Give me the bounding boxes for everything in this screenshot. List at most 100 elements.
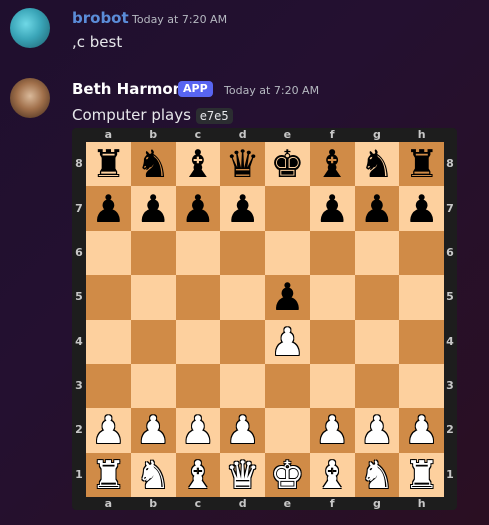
square-c3 [175, 363, 221, 409]
square-g5 [354, 275, 400, 320]
square-g2: ♟ [354, 408, 400, 453]
square-a8: ♜ [86, 142, 131, 187]
rank-label: 6 [446, 245, 454, 259]
white-pawn-icon: ♟ [91, 408, 126, 453]
file-label: h [417, 128, 426, 141]
square-c2: ♟ [175, 408, 221, 453]
file-label: a [104, 128, 113, 141]
square-f3 [309, 363, 355, 409]
file-label: b [149, 128, 158, 141]
rank-label: 7 [75, 201, 83, 215]
black-queen-icon: ♛ [225, 142, 260, 187]
message-text: Computer plays e7e5 [72, 106, 233, 124]
rank-label: 2 [446, 423, 454, 437]
square-h7: ♟ [399, 186, 444, 231]
file-label: h [417, 497, 426, 510]
rank-label: 4 [446, 334, 454, 348]
square-b1: ♞ [130, 452, 176, 497]
username-brobot[interactable]: brobot [72, 9, 129, 27]
square-a2: ♟ [86, 408, 131, 453]
black-pawn-icon: ♟ [315, 186, 350, 231]
square-e2 [265, 408, 310, 453]
black-pawn-icon: ♟ [225, 186, 260, 231]
square-b2: ♟ [130, 408, 176, 453]
square-g3 [354, 363, 400, 409]
username-beth-harmon[interactable]: Beth Harmon [72, 80, 183, 98]
file-label: b [149, 497, 158, 510]
rank-label: 4 [75, 334, 83, 348]
rank-label: 8 [446, 157, 454, 171]
black-knight-icon: ♞ [136, 142, 171, 187]
avatar-brobot[interactable] [10, 8, 50, 48]
square-h8: ♜ [399, 142, 444, 187]
rank-label: 8 [75, 157, 83, 171]
square-b8: ♞ [130, 142, 176, 187]
square-h5 [399, 275, 444, 320]
square-e4: ♟ [265, 319, 310, 364]
square-h2: ♟ [399, 408, 444, 453]
rank-label: 5 [75, 290, 83, 304]
white-pawn-icon: ♟ [136, 408, 171, 453]
white-knight-icon: ♞ [136, 452, 171, 497]
rank-label: 2 [75, 423, 83, 437]
square-a1: ♜ [86, 452, 131, 497]
black-pawn-icon: ♟ [404, 186, 439, 231]
move-code: e7e5 [195, 108, 233, 124]
square-g7: ♟ [354, 186, 400, 231]
square-b3 [130, 363, 176, 409]
white-pawn-icon: ♟ [270, 319, 305, 364]
square-a4 [86, 319, 131, 364]
rank-label: 1 [446, 467, 454, 481]
square-f1: ♝ [309, 452, 355, 497]
file-label: c [194, 497, 202, 510]
square-e1: ♚ [265, 452, 310, 497]
chess-board: ♜ ♞ ♝ ♛ ♚ ♝ ♞ ♜ ♟ ♟ ♟ ♟ ♟ ♟ ♟ ♟ ♟ ♟ ♟ ♟ ♟ ♟ ♟ ♟ ♜ ♞ ♝ ♛ ♚ ♝ ♞ ♜ [86, 142, 444, 497]
timestamp: Today at 7:20 AM [132, 13, 228, 26]
black-rook-icon: ♜ [91, 142, 126, 187]
rank-label: 3 [75, 379, 83, 393]
square-c5 [175, 275, 221, 320]
timestamp: Today at 7:20 AM [224, 84, 320, 97]
square-c7: ♟ [175, 186, 221, 231]
avatar-beth-harmon[interactable] [10, 78, 50, 118]
square-h4 [399, 319, 444, 364]
square-a7: ♟ [86, 186, 131, 231]
chess-board-image[interactable]: ♜ ♞ ♝ ♛ ♚ ♝ ♞ ♜ ♟ ♟ ♟ ♟ ♟ ♟ ♟ ♟ ♟ ♟ ♟ ♟ ♟ ♟ ♟ ♟ ♜ ♞ ♝ ♛ ♚ ♝ ♞ ♜ aabbccd… [72, 128, 457, 510]
square-d8: ♛ [220, 142, 265, 187]
square-e6 [265, 230, 310, 276]
square-a3 [86, 363, 131, 409]
square-a6 [86, 230, 131, 276]
square-d7: ♟ [220, 186, 265, 231]
square-f5 [309, 275, 355, 320]
file-label: g [372, 497, 381, 510]
square-a5 [86, 275, 131, 320]
white-pawn-icon: ♟ [180, 408, 215, 453]
white-pawn-icon: ♟ [404, 408, 439, 453]
rank-label: 7 [446, 201, 454, 215]
black-bishop-icon: ♝ [180, 142, 215, 187]
message-brobot: brobot Today at 7:20 AM ,c best [0, 0, 489, 60]
square-f4 [309, 319, 355, 364]
white-bishop-icon: ♝ [315, 452, 350, 497]
square-e3 [265, 363, 310, 409]
square-b7: ♟ [130, 186, 176, 231]
black-bishop-icon: ♝ [315, 142, 350, 187]
white-rook-icon: ♜ [404, 452, 439, 497]
square-d3 [220, 363, 265, 409]
file-label: f [329, 497, 335, 510]
square-g6 [354, 230, 400, 276]
square-f6 [309, 230, 355, 276]
square-g8: ♞ [354, 142, 400, 187]
square-b4 [130, 319, 176, 364]
file-label: e [283, 128, 292, 141]
file-label: c [194, 128, 202, 141]
file-label: a [104, 497, 113, 510]
white-rook-icon: ♜ [91, 452, 126, 497]
square-g1: ♞ [354, 452, 400, 497]
rank-label: 5 [446, 290, 454, 304]
square-d6 [220, 230, 265, 276]
white-knight-icon: ♞ [359, 452, 394, 497]
square-d1: ♛ [220, 452, 265, 497]
square-e5: ♟ [265, 275, 310, 320]
square-e7 [265, 186, 310, 231]
